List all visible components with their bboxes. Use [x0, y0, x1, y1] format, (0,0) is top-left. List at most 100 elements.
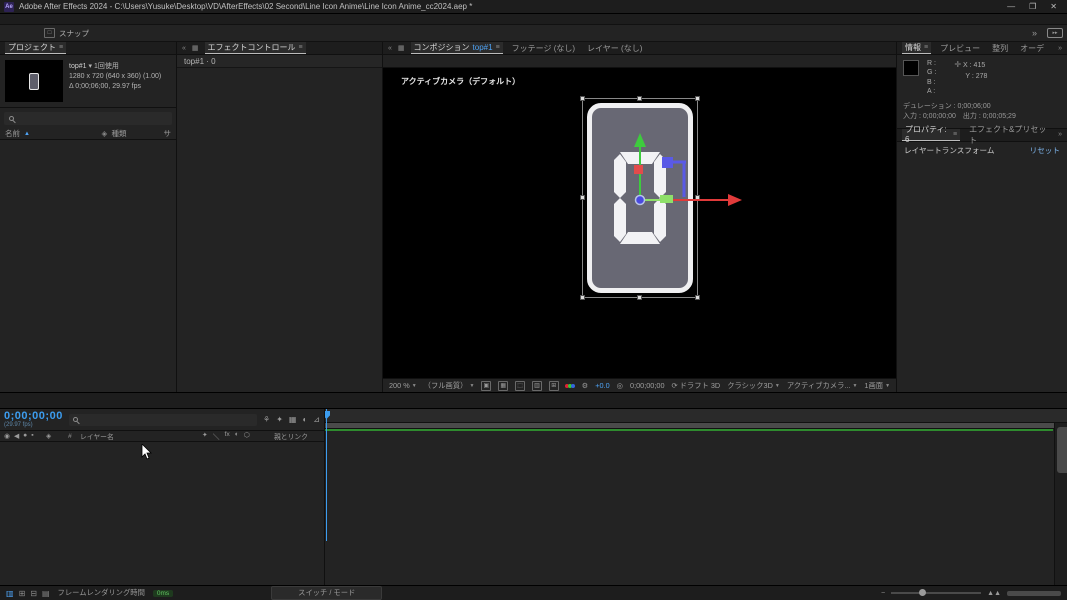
selection-handle[interactable]: [580, 195, 585, 200]
maximize-button[interactable]: ❐: [1029, 2, 1036, 11]
snap-checkbox[interactable]: □: [44, 28, 55, 38]
column-type[interactable]: 種類: [112, 128, 164, 139]
selection-handle[interactable]: [695, 195, 700, 200]
mask-visibility-icon[interactable]: ⬚: [515, 381, 525, 391]
share-screen-icon[interactable]: ▸▸: [1047, 28, 1063, 38]
effect-controls-body: [177, 68, 382, 392]
playhead-line[interactable]: [326, 409, 327, 541]
snapshot-camera-icon[interactable]: ◎: [617, 381, 623, 390]
tab-layer[interactable]: レイヤー (なし): [584, 42, 645, 54]
parent-link-column[interactable]: 親とリンク: [274, 431, 322, 441]
tab-effects-presets[interactable]: エフェクト&プリセット: [966, 129, 1052, 141]
selected-item-name[interactable]: top#1: [69, 63, 87, 70]
zoom-in-mountain-icon[interactable]: ▲▲: [987, 590, 1001, 597]
composition-viewport[interactable]: アクティブカメラ（デフォルト）: [383, 68, 896, 378]
selection-handle[interactable]: [695, 96, 700, 101]
selection-handle[interactable]: [695, 295, 700, 300]
info-y: Y : 278: [954, 72, 987, 83]
transform-section-label[interactable]: レイヤートランスフォーム: [904, 145, 995, 156]
panel-menu-icon[interactable]: ≡: [59, 44, 63, 51]
sort-arrow-icon[interactable]: ▲: [24, 131, 30, 137]
timeline-tracks[interactable]: [325, 409, 1067, 585]
number-column: #: [68, 433, 80, 440]
draft-3d-toggle[interactable]: ⟳ドラフト 3D: [672, 381, 721, 391]
info-in-out: 入力 : 0;00;00;00 出力 : 0;00;05;29: [903, 112, 1061, 123]
time-ruler[interactable]: [325, 409, 1067, 423]
viewer-timecode[interactable]: 0;00;00;00: [630, 381, 665, 390]
3d-switch-icon: ⬡: [244, 431, 250, 441]
tab-preview[interactable]: プレビュー: [937, 42, 983, 54]
current-time-display[interactable]: 0;00;00;00: [4, 410, 63, 422]
column-size[interactable]: サ: [164, 128, 172, 139]
tab-composition[interactable]: コンポジション top#1 ≡: [411, 42, 503, 54]
tab-project[interactable]: プロジェクト≡: [5, 42, 66, 54]
guides-icon[interactable]: ▥: [532, 381, 542, 391]
flowchart-icon[interactable]: ▤: [42, 589, 50, 598]
transparency-grid-icon[interactable]: ▦: [498, 381, 508, 391]
magnification-dropdown[interactable]: 200 %▼: [389, 381, 417, 390]
layer-name-column[interactable]: レイヤー名: [80, 431, 202, 441]
switch-mode-button[interactable]: スイッチ / モード: [271, 586, 382, 600]
audio-column-icon: ◀: [14, 432, 19, 440]
renderer-dropdown[interactable]: クラシック3D▼: [727, 381, 780, 391]
project-search-input[interactable]: [4, 112, 172, 125]
selection-handle[interactable]: [637, 96, 642, 101]
search-icon: [73, 417, 78, 422]
column-name[interactable]: 名前: [5, 128, 20, 139]
timeline-panel: 0;00;00;00 (29.97 fps) ⚘ ✦ ▦ ◐ ⊿ ◉ ◀ ● ▪: [0, 408, 1067, 585]
graph-editor-icon[interactable]: ⊿: [313, 415, 320, 424]
label-column-icon[interactable]: ◈: [102, 129, 112, 138]
panel-collapse-icon[interactable]: «: [182, 45, 186, 52]
proxy-icon[interactable]: ⊟: [30, 589, 37, 598]
camera-dropdown[interactable]: アクティブカメラ...▼: [787, 381, 858, 391]
seven-segment-digit-0: [610, 148, 670, 248]
tab-effect-controls[interactable]: エフェクトコントロール≡: [205, 42, 306, 54]
window-title: Adobe After Effects 2024 - C:\Users\Yusu…: [19, 2, 1002, 11]
zoom-out-mountain-icon[interactable]: −: [881, 590, 885, 597]
exposure-value[interactable]: +0.0: [595, 381, 609, 390]
tab-info[interactable]: 情報≡: [902, 42, 931, 54]
lock-column-icon: ▪: [31, 432, 33, 440]
panel-collapse-icon[interactable]: «: [388, 45, 392, 52]
timeline-search-input[interactable]: [69, 414, 257, 426]
panel-menu-icon[interactable]: ≡: [299, 44, 303, 51]
hide-shy-layers-icon[interactable]: ✦: [276, 415, 283, 424]
tab-align[interactable]: 整列: [989, 42, 1011, 54]
selection-handle[interactable]: [580, 295, 585, 300]
resolution-dropdown[interactable]: （フル画質）▼: [424, 381, 475, 391]
channel-icon[interactable]: [566, 384, 575, 388]
selection-handle[interactable]: [580, 96, 585, 101]
info-duration: デュレーション : 0;00;06;00: [903, 102, 1061, 113]
frame-blending-icon[interactable]: ▦: [289, 415, 297, 424]
shy-switch-icon: ✦: [202, 431, 208, 441]
panel-overflow-chevron[interactable]: »: [1058, 45, 1062, 52]
search-icon: [9, 116, 14, 121]
composition-mini-flowchart-icon[interactable]: ⚘: [263, 415, 270, 424]
render-settings-icon[interactable]: ⊞: [19, 589, 26, 598]
tab-audio[interactable]: オーデ: [1017, 42, 1047, 54]
region-of-interest-icon[interactable]: ▣: [481, 381, 491, 391]
composition-marker-icon[interactable]: ▥: [6, 589, 14, 598]
comp-duration: Δ 0;00;06;00, 29.97 fps: [69, 82, 161, 92]
tab-footage[interactable]: フッテージ (なし): [509, 42, 578, 54]
view-layout-dropdown[interactable]: 1画面▼: [864, 381, 890, 391]
timeline-vertical-scrollbar[interactable]: [1054, 423, 1067, 585]
workspace-overflow-chevron[interactable]: »: [1032, 28, 1037, 38]
reset-link[interactable]: リセット: [1030, 145, 1060, 156]
panel-grid-icon: ▦: [398, 44, 405, 52]
timeline-zoom-slider[interactable]: [891, 592, 981, 594]
minimize-button[interactable]: —: [1007, 2, 1015, 11]
timeline-horizontal-scrollbar[interactable]: [1007, 591, 1061, 596]
tab-properties[interactable]: プロパティ: 6≡: [902, 129, 960, 141]
panel-overflow-chevron[interactable]: »: [1058, 131, 1062, 138]
panel-menu-icon[interactable]: ≡: [496, 44, 500, 51]
rulers-icon[interactable]: ⊞: [549, 381, 559, 391]
viewer-footer: 200 %▼ （フル画質）▼ ▣ ▦ ⬚ ▥ ⊞ ⚙ +0.0 ◎ 0;00;0…: [383, 378, 896, 392]
exposure-gear-icon[interactable]: ⚙: [582, 381, 589, 390]
flipclock-card-layer[interactable]: [587, 103, 693, 293]
rendered-frames-indicator: [325, 429, 1053, 431]
frame-render-time-label: フレームレンダリング時間: [58, 588, 145, 598]
selection-handle[interactable]: [637, 295, 642, 300]
motion-blur-icon[interactable]: ◐: [302, 415, 307, 424]
close-button[interactable]: ✕: [1050, 2, 1057, 11]
